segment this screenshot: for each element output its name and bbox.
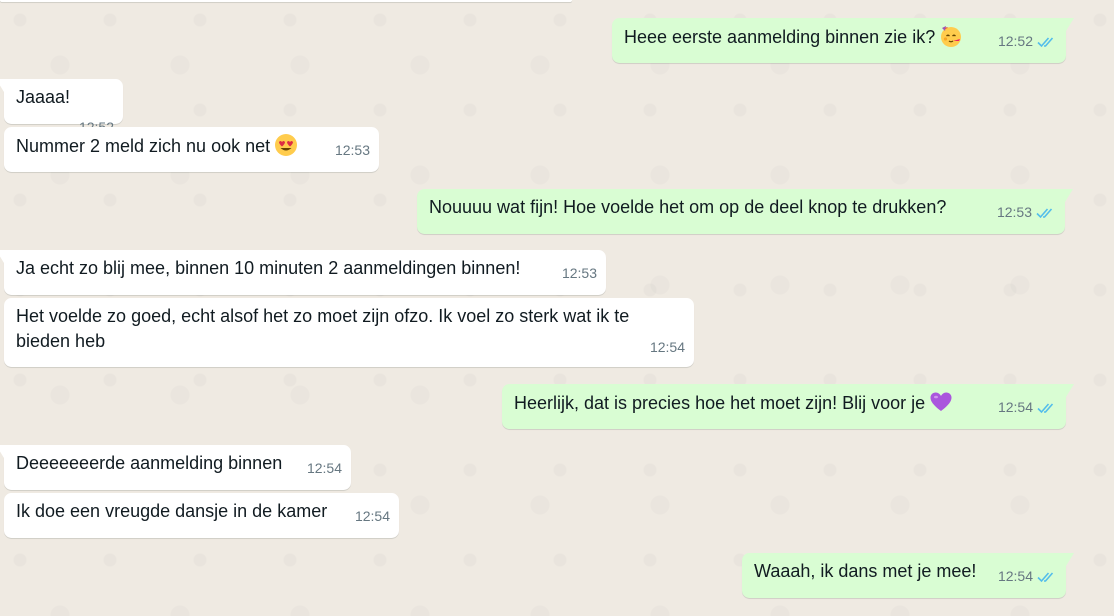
- message-meta: 12:54: [16, 340, 685, 355]
- incoming-message[interactable]: Het voelde zo goed, echt alsof het zo mo…: [4, 298, 694, 367]
- message-meta: 12:54: [998, 569, 1057, 584]
- message-text: Waaah, ik dans met je mee!: [754, 561, 977, 581]
- message-meta: 12:52: [998, 34, 1057, 49]
- message-text: Deeeeeeerde aanmelding binnen: [16, 453, 283, 473]
- incoming-message[interactable]: Nummer 2 meld zich nu ook net 12:53: [4, 127, 379, 172]
- purple-heart-emoji-icon: [930, 392, 952, 411]
- outgoing-message[interactable]: Heerlijk, dat is precies hoe het moet zi…: [502, 384, 1074, 429]
- message-time: 12:54: [997, 568, 1033, 584]
- outgoing-message[interactable]: Nouuuu wat fijn! Hoe voelde het om op de…: [417, 189, 1073, 234]
- double-check-read-icon: [1037, 36, 1054, 47]
- party-face-emoji-icon: [941, 26, 962, 47]
- message-meta: 12:53: [335, 143, 370, 158]
- incoming-message[interactable]: Jaaaa!12:52: [0, 79, 123, 135]
- message-meta: 12:54: [998, 400, 1057, 415]
- chat-panel: Heee eerste aanmelding binnen zie ik? 12:…: [0, 0, 1114, 616]
- message-meta: 12:54: [355, 509, 390, 524]
- message-time: 12:54: [997, 399, 1033, 415]
- double-check-read-icon: [1036, 207, 1053, 218]
- message-text: Heerlijk, dat is precies hoe het moet zi…: [514, 393, 926, 413]
- message-text: Ik doe een vreugde dansje in de kamer: [16, 501, 328, 521]
- heart-eyes-emoji-icon: [275, 134, 298, 156]
- double-check-read-icon: [1037, 402, 1054, 413]
- message-text: Nummer 2 meld zich nu ook net: [16, 136, 271, 156]
- message-text: Nouuuu wat fijn! Hoe voelde het om op de…: [429, 197, 947, 217]
- message-time: 12:54: [649, 339, 685, 355]
- outgoing-message[interactable]: Heee eerste aanmelding binnen zie ik? 12:…: [612, 18, 1074, 63]
- message-text: Heee eerste aanmelding binnen zie ik?: [624, 27, 936, 47]
- message-time: 12:54: [306, 460, 342, 476]
- message-meta: 12:53: [997, 205, 1056, 220]
- incoming-message[interactable]: Ik doe een vreugde dansje in de kamer 12:…: [4, 493, 399, 538]
- previous-message-edge: [0, 0, 572, 2]
- message-text: Jaaaa!: [16, 87, 71, 107]
- message-time: 12:53: [561, 265, 597, 281]
- incoming-message[interactable]: Deeeeeeerde aanmelding binnen 12:54: [0, 445, 351, 490]
- message-meta: 12:54: [307, 461, 342, 476]
- message-meta: 12:53: [562, 266, 597, 281]
- outgoing-message[interactable]: Waaah, ik dans met je mee! 12:54: [742, 553, 1074, 598]
- double-check-read-icon: [1037, 571, 1054, 582]
- message-time: 12:52: [997, 33, 1033, 49]
- message-text: Ja echt zo blij mee, binnen 10 minuten 2…: [16, 258, 521, 278]
- message-time: 12:53: [334, 142, 370, 158]
- message-time: 12:53: [996, 204, 1032, 220]
- message-time: 12:54: [354, 508, 390, 524]
- incoming-message[interactable]: Ja echt zo blij mee, binnen 10 minuten 2…: [0, 250, 606, 295]
